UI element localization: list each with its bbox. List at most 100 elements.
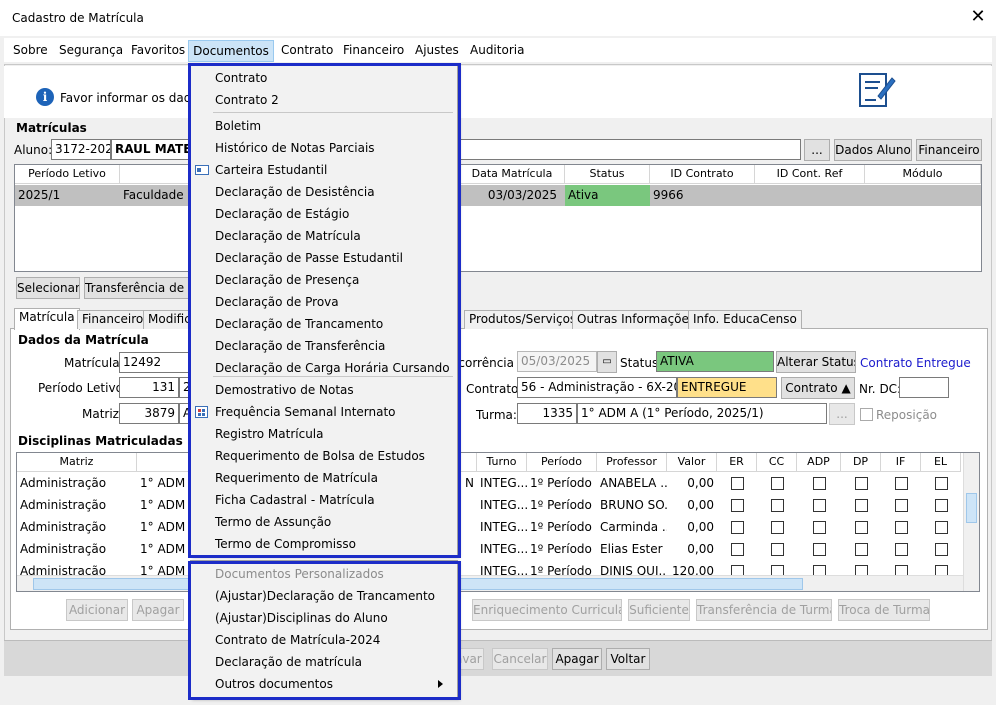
menu-favoritos[interactable]: Favoritos — [128, 42, 188, 60]
voltar-button[interactable]: Voltar — [606, 648, 650, 670]
contrato-menu-button[interactable]: Contrato ▲ — [781, 377, 855, 399]
col-modulo[interactable]: Módulo — [865, 165, 981, 184]
matriz-num-field[interactable]: 3879 — [119, 403, 179, 424]
row-checkbox[interactable] — [771, 521, 784, 534]
reposicao-checkbox[interactable] — [860, 408, 873, 421]
menu-ajustes[interactable]: Ajustes — [412, 42, 462, 60]
col-if[interactable]: IF — [881, 453, 921, 472]
col-id-ref[interactable]: ID Cont. Ref — [755, 165, 865, 184]
col-professor[interactable]: Professor — [597, 453, 667, 472]
aluno-search-button[interactable]: ... — [804, 139, 830, 161]
menu-item-doc[interactable]: Ficha Cadastral - Matrícula — [191, 489, 457, 511]
row-checkbox[interactable] — [895, 499, 908, 512]
tab-outras[interactable]: Outras Informações — [572, 310, 701, 329]
tab-financeiro[interactable]: Financeiro — [77, 310, 149, 329]
menu-item-declaracao-matricula[interactable]: Declaração de matrícula — [191, 651, 457, 673]
row-checkbox[interactable] — [731, 543, 744, 556]
menu-documentos[interactable]: Documentos — [188, 40, 274, 62]
menu-financeiro[interactable]: Financeiro — [340, 42, 407, 60]
menu-item-doc[interactable]: Histórico de Notas Parciais — [191, 137, 457, 159]
transferencia-curso-button[interactable]: Transferência de Cu — [84, 277, 194, 299]
ocorrencia-field[interactable]: 05/03/2025 — [517, 351, 597, 372]
table-row[interactable]: 2025/1 Faculdade SV 03/03/2025 Ativa 996… — [15, 185, 981, 206]
row-checkbox[interactable] — [935, 521, 948, 534]
row-checkbox[interactable] — [813, 499, 826, 512]
menu-item-doc[interactable]: Termo de Assunção — [191, 511, 457, 533]
enriquecimento-button[interactable]: Enriquecimento Curricular — [472, 599, 622, 621]
menu-item-doc[interactable]: Declaração de Estágio — [191, 203, 457, 225]
row-checkbox[interactable] — [935, 543, 948, 556]
cancelar-button[interactable]: Cancelar — [492, 648, 548, 670]
menu-item-contrato-2024[interactable]: Contrato de Matrícula-2024 — [191, 629, 457, 651]
col-cc[interactable]: CC — [757, 453, 797, 472]
menu-seguranca[interactable]: Segurança — [56, 42, 126, 60]
col-dp[interactable]: DP — [841, 453, 881, 472]
menu-item-doc[interactable]: Declaração de Presença — [191, 269, 457, 291]
turma-field[interactable]: 1° ADM A (1° Período, 2025/1) — [577, 403, 827, 424]
table-row[interactable]: Administração 1° ADM A INTEG... 1º Período E… — [17, 539, 963, 561]
menu-item-outros-documentos[interactable]: Outros documentos — [191, 673, 457, 695]
menu-item-doc[interactable]: Declaração de Desistência — [191, 181, 457, 203]
menu-item-doc[interactable]: Frequência Semanal Internato — [191, 401, 457, 423]
contrato-field[interactable]: 56 - Administração - 6X-2025 — [517, 377, 677, 398]
col-matriz[interactable]: Matriz — [17, 453, 137, 472]
tab-modificacoes[interactable]: Modific — [143, 310, 191, 329]
apagar-button[interactable]: Apagar — [552, 648, 602, 670]
menu-auditoria[interactable]: Auditoria — [467, 42, 527, 60]
close-icon[interactable]: ✕ — [970, 6, 986, 27]
tab-produtos[interactable]: Produtos/Serviços — [464, 310, 582, 329]
turma-num-field[interactable]: 1335 — [517, 403, 577, 424]
menu-item-doc[interactable]: Requerimento de Bolsa de Estudos — [191, 445, 457, 467]
financeiro-button[interactable]: Financeiro — [916, 139, 982, 161]
tab-matricula[interactable]: Matrícula — [14, 308, 80, 330]
menu-sobre[interactable]: Sobre — [10, 42, 51, 60]
col-data[interactable]: Data Matrícula — [460, 165, 565, 184]
row-checkbox[interactable] — [935, 477, 948, 490]
horizontal-scrollbar[interactable] — [17, 575, 963, 591]
row-checkbox[interactable] — [855, 477, 868, 490]
contrato-entregue-link[interactable]: Contrato Entregue — [860, 356, 971, 370]
table-row[interactable]: Administração 1° ADM A INTEG... 1º Período B… — [17, 495, 963, 517]
dados-aluno-button[interactable]: Dados Aluno — [834, 139, 912, 161]
salvar-button[interactable]: avar — [454, 648, 484, 670]
menu-item-doc[interactable]: Declaração de Prova — [191, 291, 457, 313]
alterar-status-button[interactable]: Alterar Status — [776, 351, 856, 373]
menu-item-doc[interactable]: Declaração de Passe Estudantil — [191, 247, 457, 269]
row-checkbox[interactable] — [895, 543, 908, 556]
aluno-code-field[interactable]: 3172-2024 — [51, 139, 111, 160]
row-checkbox[interactable] — [813, 543, 826, 556]
tab-educacenso[interactable]: Info. EducaCenso — [688, 310, 802, 329]
col-status[interactable]: Status — [565, 165, 650, 184]
row-checkbox[interactable] — [771, 477, 784, 490]
menu-item-doc[interactable]: Declaração de Transferência — [191, 335, 457, 357]
calendar-icon[interactable]: ▭ — [597, 351, 617, 373]
col-periodo[interactable]: Período Letivo — [15, 165, 120, 184]
menu-item-doc[interactable]: Termo de Compromisso — [191, 533, 457, 555]
nrdc-field[interactable] — [899, 377, 949, 398]
menu-item-doc[interactable]: Declaração de Matrícula — [191, 225, 457, 247]
vscroll-thumb[interactable] — [966, 493, 977, 523]
suficiente-button[interactable]: Suficiente — [628, 599, 690, 621]
col-turno[interactable]: Turno — [477, 453, 527, 472]
adicionar-button[interactable]: Adicionar — [66, 599, 128, 621]
apagar-disc-button[interactable]: Apagar — [132, 599, 184, 621]
row-checkbox[interactable] — [771, 499, 784, 512]
periodo-num-field[interactable]: 131 — [119, 377, 179, 398]
col-valor[interactable]: Valor — [667, 453, 717, 472]
vertical-scrollbar[interactable] — [963, 453, 979, 591]
selecionar-button[interactable]: Selecionar — [16, 277, 80, 299]
col-id-contrato[interactable]: ID Contrato — [650, 165, 755, 184]
menu-item-doc[interactable]: Declaração de Trancamento — [191, 313, 457, 335]
menu-item-contrato[interactable]: Contrato — [191, 67, 457, 89]
row-checkbox[interactable] — [935, 499, 948, 512]
turma-search-button[interactable]: ... — [829, 403, 855, 425]
menu-item-contrato-2[interactable]: Contrato 2 — [191, 89, 457, 111]
row-checkbox[interactable] — [855, 543, 868, 556]
menu-item-doc[interactable]: Demostrativo de Notas — [191, 379, 457, 401]
matricula-field[interactable]: 12492 — [119, 352, 189, 373]
menu-item-ajustar-disciplinas[interactable]: (Ajustar)Disciplinas do Aluno — [191, 607, 457, 629]
row-checkbox[interactable] — [731, 521, 744, 534]
menu-item-doc[interactable]: Registro Matrícula — [191, 423, 457, 445]
row-checkbox[interactable] — [855, 521, 868, 534]
menu-item-ajustar-trancamento[interactable]: (Ajustar)Declaração de Trancamento — [191, 585, 457, 607]
